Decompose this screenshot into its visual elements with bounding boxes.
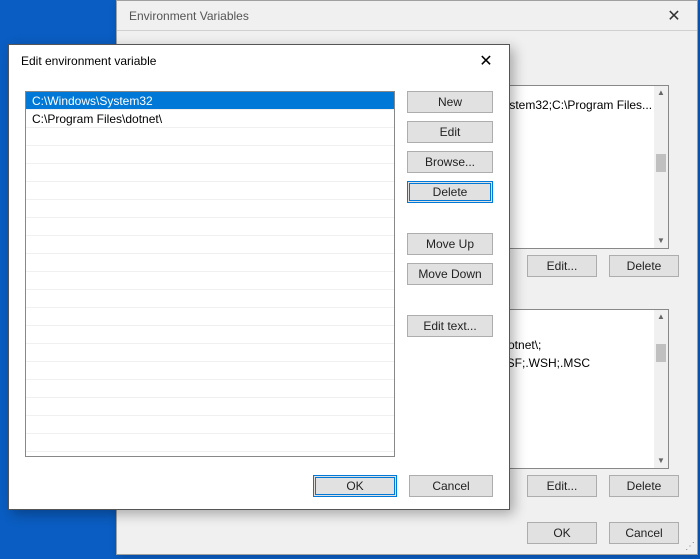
edit-button[interactable]: Edit — [407, 121, 493, 143]
close-icon[interactable]: ✕ — [659, 6, 689, 26]
path-entry[interactable] — [26, 128, 394, 146]
dialog-title: Environment Variables — [129, 9, 249, 23]
scroll-up-icon[interactable]: ▲ — [657, 86, 665, 100]
path-entry[interactable] — [26, 308, 394, 326]
path-entry[interactable] — [26, 380, 394, 398]
path-entry[interactable] — [26, 254, 394, 272]
scroll-down-icon[interactable]: ▼ — [657, 234, 665, 248]
ok-button[interactable]: OK — [527, 522, 597, 544]
path-entry[interactable]: C:\Windows\System32 — [26, 92, 394, 110]
path-entry[interactable] — [26, 200, 394, 218]
delete-button[interactable]: Delete — [407, 181, 493, 203]
move-down-button[interactable]: Move Down — [407, 263, 493, 285]
delete-button[interactable]: Delete — [609, 475, 679, 497]
path-entries-list[interactable]: C:\Windows\System32C:\Program Files\dotn… — [25, 91, 395, 457]
path-entry[interactable] — [26, 290, 394, 308]
path-entry[interactable] — [26, 434, 394, 452]
cancel-button[interactable]: Cancel — [409, 475, 493, 497]
delete-button[interactable]: Delete — [609, 255, 679, 277]
path-entry[interactable] — [26, 218, 394, 236]
edit-button[interactable]: Edit... — [527, 475, 597, 497]
path-entry[interactable] — [26, 164, 394, 182]
scrollbar[interactable]: ▲ ▼ — [654, 310, 668, 468]
path-entry[interactable] — [26, 398, 394, 416]
new-button[interactable]: New — [407, 91, 493, 113]
path-entry[interactable] — [26, 362, 394, 380]
path-entry[interactable] — [26, 182, 394, 200]
edit-button[interactable]: Edit... — [527, 255, 597, 277]
resize-grip-icon[interactable]: ⋰ — [685, 541, 693, 552]
edit-environment-variable-dialog: Edit environment variable ✕ C:\Windows\S… — [8, 44, 510, 510]
path-entry[interactable]: C:\Program Files\dotnet\ — [26, 110, 394, 128]
path-entry[interactable] — [26, 272, 394, 290]
path-entry[interactable] — [26, 344, 394, 362]
scroll-thumb[interactable] — [656, 344, 666, 362]
close-icon[interactable]: ✕ — [471, 51, 501, 71]
scroll-down-icon[interactable]: ▼ — [657, 454, 665, 468]
scroll-up-icon[interactable]: ▲ — [657, 310, 665, 324]
cancel-button[interactable]: Cancel — [609, 522, 679, 544]
scrollbar[interactable]: ▲ ▼ — [654, 86, 668, 248]
move-up-button[interactable]: Move Up — [407, 233, 493, 255]
scroll-thumb[interactable] — [656, 154, 666, 172]
path-entry[interactable] — [26, 326, 394, 344]
edit-text-button[interactable]: Edit text... — [407, 315, 493, 337]
path-entry[interactable] — [26, 236, 394, 254]
ok-button[interactable]: OK — [313, 475, 397, 497]
browse-button[interactable]: Browse... — [407, 151, 493, 173]
path-entry[interactable] — [26, 146, 394, 164]
titlebar: Edit environment variable ✕ — [9, 45, 509, 77]
titlebar: Environment Variables ✕ — [117, 1, 697, 31]
path-entry[interactable] — [26, 416, 394, 434]
dialog-title: Edit environment variable — [21, 54, 156, 68]
